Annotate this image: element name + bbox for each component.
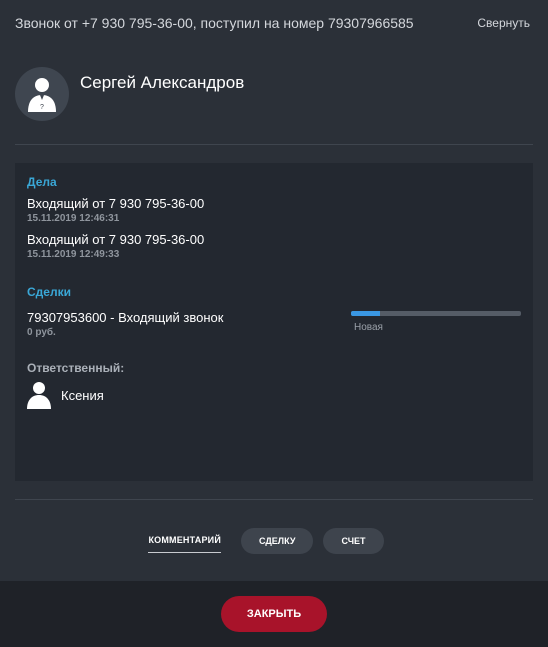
deal-stage-progress — [351, 311, 521, 316]
collapse-button[interactable]: Свернуть — [477, 16, 530, 30]
svg-text:?: ? — [40, 104, 44, 111]
task-item-title[interactable]: Входящий от 7 930 795-36-00 — [27, 232, 204, 247]
divider — [15, 144, 533, 145]
responsible-title: Ответственный: — [27, 361, 125, 375]
deal-item-title[interactable]: 79307953600 - Входящий звонок — [27, 310, 223, 325]
divider — [15, 499, 533, 500]
deal-stage-progress-fill — [351, 311, 380, 316]
footer: ЗАКРЫТЬ — [0, 581, 548, 647]
comment-tab[interactable]: КОММЕНТАРИЙ — [148, 529, 221, 553]
responsible-name: Ксения — [61, 387, 104, 403]
action-bar: КОММЕНТАРИЙ СДЕЛКУ СЧЕТ — [0, 527, 548, 554]
contact-card: ? Сергей Александров — [15, 67, 244, 121]
call-header: Звонок от +7 930 795-36-00, поступил на … — [0, 0, 548, 46]
deal-item-amount: 0 руб. — [27, 327, 56, 338]
contact-name[interactable]: Сергей Александров — [80, 73, 244, 93]
close-button[interactable]: ЗАКРЫТЬ — [221, 596, 327, 632]
task-item-title[interactable]: Входящий от 7 930 795-36-00 — [27, 196, 204, 211]
tasks-title: Дела — [27, 175, 57, 189]
task-item-date: 15.11.2019 12:46:31 — [27, 213, 120, 224]
deals-title: Сделки — [27, 285, 71, 299]
create-invoice-button[interactable]: СЧЕТ — [323, 527, 384, 554]
user-unknown-icon: ? — [15, 67, 69, 121]
call-title: Звонок от +7 930 795-36-00, поступил на … — [15, 15, 414, 31]
user-icon — [27, 382, 51, 409]
task-item-date: 15.11.2019 12:49:33 — [27, 249, 120, 260]
responsible-user[interactable]: Ксения — [27, 381, 104, 409]
deal-stage-label: Новая — [354, 322, 383, 333]
create-deal-button[interactable]: СДЕЛКУ — [241, 527, 314, 554]
details-panel: Дела Входящий от 7 930 795-36-00 15.11.2… — [15, 163, 533, 481]
